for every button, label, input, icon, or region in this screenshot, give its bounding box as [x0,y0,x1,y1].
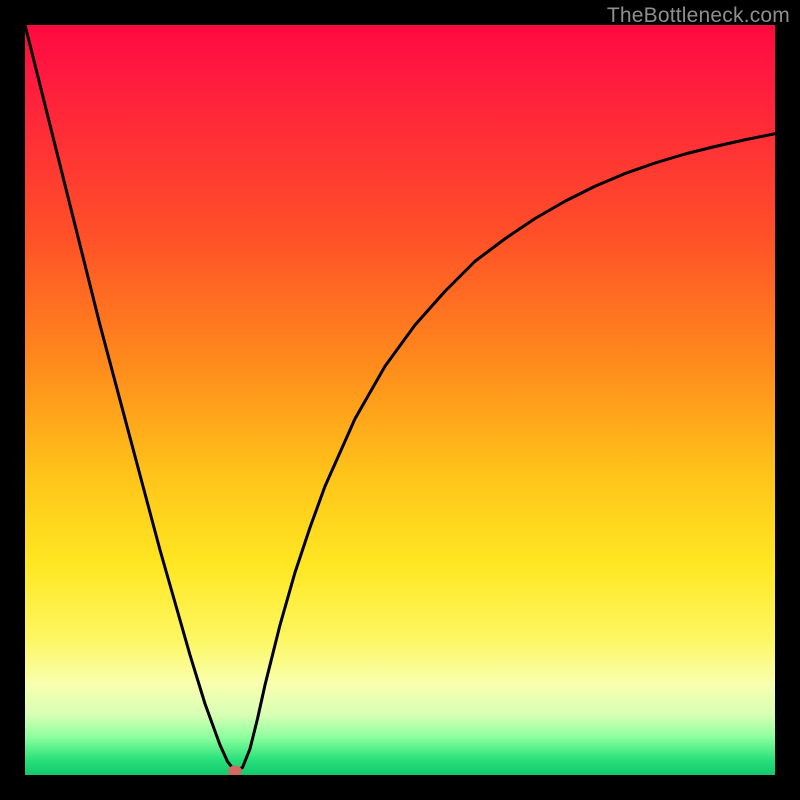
watermark-text: TheBottleneck.com [607,4,790,28]
optimal-point-marker [228,766,242,775]
chart-stage: TheBottleneck.com [0,0,800,800]
bottleneck-curve [25,25,775,775]
plot-area [25,25,775,775]
